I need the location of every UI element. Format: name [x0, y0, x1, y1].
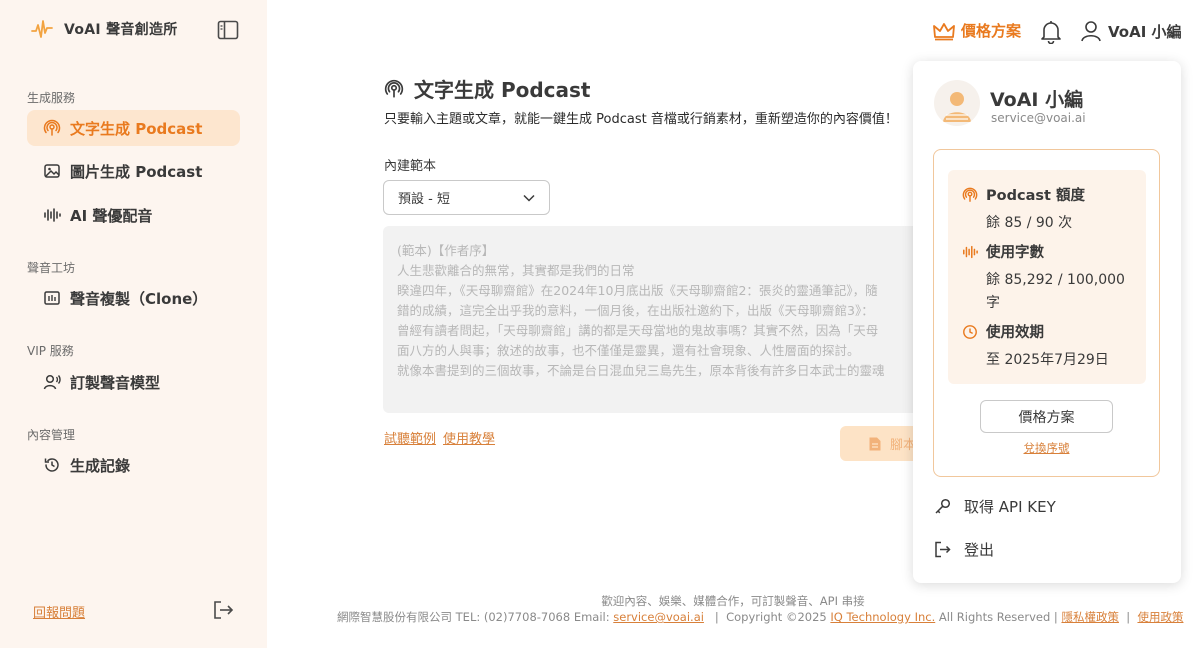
footer-company: 網際智慧股份有限公司 TEL: (02)7708-7068 Email:: [337, 610, 610, 624]
quota-title: 使用效期: [986, 325, 1044, 341]
template-label: 內建範本: [384, 159, 437, 174]
sidebar-toggle-icon[interactable]: [217, 20, 239, 40]
logout-icon: [935, 541, 951, 558]
logout-label: 登出: [964, 541, 995, 559]
podcast-icon: [384, 79, 404, 98]
api-key-label: 取得 API KEY: [964, 498, 1056, 516]
chevron-down-icon: [523, 194, 535, 202]
quota-characters: 使用字數 餘 85,292 / 100,000 字: [962, 241, 1131, 315]
sidebar-item-label: AI 聲優配音: [70, 206, 153, 225]
section-label-generate: 生成服務: [27, 91, 76, 105]
quota-validity: 使用效期 至 2025年7月29日: [962, 321, 1131, 372]
page-title-text: 文字生成 Podcast: [414, 78, 591, 102]
sidebar-item-history[interactable]: 生成記錄: [27, 447, 240, 483]
quota-value: 餘 85 / 90 次: [986, 215, 1073, 231]
textarea-line: 錯的成績，這完全出乎我的意料，一個月後，在出版社邀約下，出版《天母聊齋館3》：: [397, 303, 874, 318]
quota-value: 至 2025年7月29日: [986, 352, 1109, 368]
textarea-line: 睽違四年，《天母聊齋館》在2024年10月底出版《天母聊齋館2：張炎的靈通筆記》…: [397, 283, 878, 298]
quota-podcast: Podcast 額度 餘 85 / 90 次: [962, 184, 1131, 235]
footer-collab-text: 歡迎內容、娛樂、媒體合作，可訂製聲音、API 串接: [601, 594, 865, 608]
tutorial-link[interactable]: 使用教學: [443, 428, 495, 447]
avatar: [934, 80, 980, 126]
redeem-code-link[interactable]: 兌換序號: [934, 440, 1159, 456]
image-icon: [43, 162, 61, 180]
sidebar-item-label: 文字生成 Podcast: [70, 119, 203, 138]
header-user-menu[interactable]: VoAI 小編: [1080, 20, 1182, 42]
key-icon: [935, 498, 951, 514]
soundwave-icon: [963, 245, 978, 259]
footer-terms-link[interactable]: 使用政策: [1137, 610, 1183, 624]
footer-rights: All Rights Reserved |: [938, 610, 1058, 624]
textarea-line: 就像本書提到的三個故事，不論是台日混血兒三島先生，原本背後有許多日本武士的靈魂: [397, 363, 885, 378]
pricing-label: 價格方案: [961, 22, 1022, 40]
template-select[interactable]: 預設 - 短: [383, 180, 550, 215]
voai-logo-icon: [31, 20, 53, 38]
sidebar-item-label: 訂製聲音模型: [70, 373, 161, 392]
textarea-line: (範本)【作者序】: [397, 243, 495, 258]
sidebar-item-image-podcast[interactable]: 圖片生成 Podcast: [27, 153, 240, 189]
quota-card: Podcast 額度 餘 85 / 90 次 使用字數 餘 85,292 / 1…: [933, 149, 1160, 477]
user-name: VoAI 小編: [990, 89, 1084, 111]
soundwave-icon: [43, 206, 61, 224]
section-label-vip: VIP 服務: [27, 344, 74, 358]
quota-panel: Podcast 額度 餘 85 / 90 次 使用字數 餘 85,292 / 1…: [948, 170, 1146, 384]
footer-separator: |: [714, 610, 719, 624]
sidebar-item-custom-voice-model[interactable]: 訂製聲音模型: [27, 364, 240, 400]
footer-company-link[interactable]: IQ Technology Inc.: [830, 610, 935, 624]
textarea-line: 曾經有讀者問起，「天母聊齋館」講的都是天母當地的鬼故事嗎？其實不然，因為「天母: [397, 323, 879, 338]
document-icon: [869, 437, 881, 450]
content-textarea[interactable]: (範本)【作者序】 人生悲歡離合的無常，其實都是我們的日常 睽違四年，《天母聊齋…: [383, 226, 923, 413]
notification-bell-icon[interactable]: [1040, 20, 1062, 44]
quota-title: Podcast 額度: [986, 188, 1085, 204]
sidebar-item-label: 生成記錄: [70, 456, 131, 475]
section-label-content: 內容管理: [27, 428, 76, 442]
footer-separator: |: [1126, 610, 1131, 624]
textarea-line: 人生悲歡離合的無常，其實都是我們的日常: [397, 263, 635, 278]
brand[interactable]: VoAI 聲音創造所: [30, 17, 178, 41]
podcast-icon: [962, 187, 978, 202]
sidebar-item-voice-clone[interactable]: 聲音複製（Clone）: [27, 280, 240, 316]
pricing-button[interactable]: 價格方案: [980, 400, 1113, 433]
sidebar: VoAI 聲音創造所 生成服務 文字生成 Podcast 圖片生成 Podcas…: [0, 0, 267, 648]
clock-icon: [963, 325, 977, 339]
user-dropdown-menu: VoAI 小編 service@voai.ai Podcast 額度 餘 85 …: [913, 61, 1181, 583]
logout-item[interactable]: 登出: [934, 539, 994, 560]
quota-value: 餘 85,292 / 100,000 字: [986, 272, 1125, 311]
section-label-voice-workshop: 聲音工坊: [27, 261, 76, 275]
header-pricing-link[interactable]: 價格方案: [932, 20, 1021, 41]
podcast-icon: [43, 119, 61, 137]
sidebar-item-label: 聲音複製（Clone）: [70, 289, 208, 308]
get-api-key-item[interactable]: 取得 API KEY: [934, 496, 1056, 517]
page-title: 文字生成 Podcast: [384, 74, 591, 103]
sample-audio-link[interactable]: 試聽範例: [384, 428, 436, 447]
sidebar-item-label: 圖片生成 Podcast: [70, 162, 203, 181]
sidebar-item-text-podcast[interactable]: 文字生成 Podcast: [27, 110, 240, 146]
user-icon: [1081, 21, 1101, 42]
voice-clone-icon: [43, 289, 61, 307]
user-voice-icon: [43, 373, 61, 391]
crown-icon: [933, 22, 955, 40]
quota-title: 使用字數: [986, 245, 1044, 261]
footer-email-link[interactable]: service@voai.ai: [613, 610, 704, 624]
textarea-line: 面八方的人與事；敘述的故事，也不僅僅是靈異，還有社會現象、人性層面的探討。: [397, 343, 860, 358]
footer-info: 網際智慧股份有限公司 TEL: (02)7708-7068 Email: ser…: [337, 609, 1183, 625]
app-name: VoAI 聲音創造所: [64, 22, 178, 38]
footer-privacy-link[interactable]: 隱私權政策: [1061, 610, 1119, 624]
user-label: VoAI 小編: [1108, 22, 1182, 41]
page-subtitle: 只要輸入主題或文章，就能一鍵生成 Podcast 音檔或行銷素材，重新塑造你的內…: [384, 112, 898, 127]
sidebar-item-ai-voice[interactable]: AI 聲優配音: [27, 197, 240, 233]
user-email: service@voai.ai: [991, 111, 1086, 125]
template-select-value: 預設 - 短: [398, 192, 450, 207]
footer-copyright: Copyright ©2025: [726, 610, 827, 624]
history-icon: [43, 456, 61, 474]
